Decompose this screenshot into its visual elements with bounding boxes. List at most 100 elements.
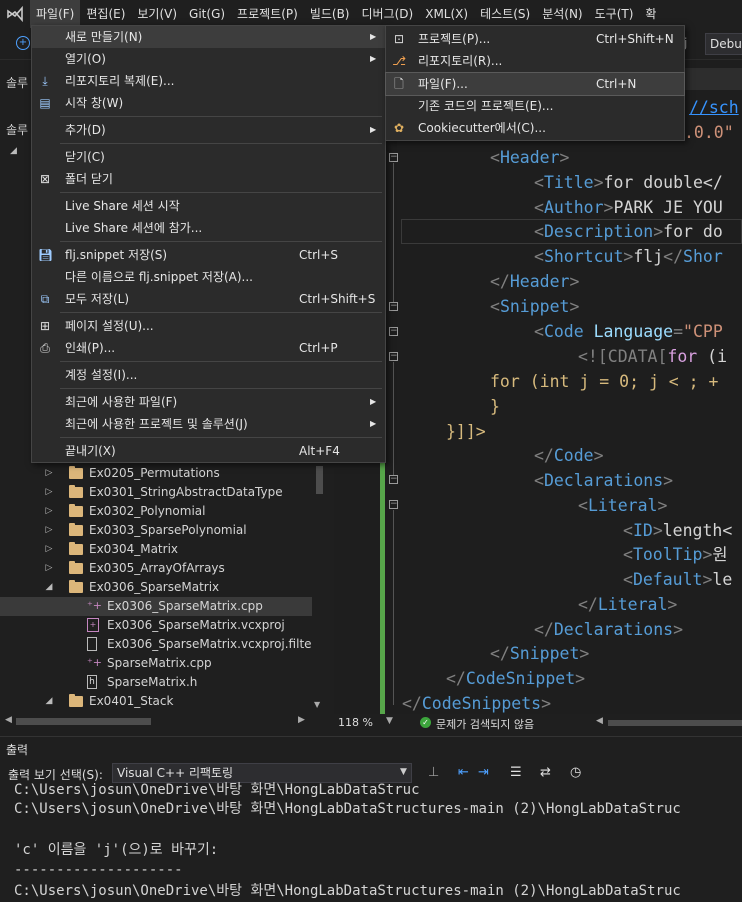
start-window-icon: ▤ bbox=[39, 96, 51, 110]
next-message-icon[interactable]: ⇥ bbox=[478, 765, 489, 780]
menu-item-save-all[interactable]: ⧉ 모두 저장(L) Ctrl+Shift+S bbox=[32, 288, 385, 310]
menu-item-live-share-start[interactable]: Live Share 세션 시작 bbox=[32, 195, 385, 217]
menu-item-cookiecutter[interactable]: ✿ Cookiecutter에서(C)... bbox=[386, 117, 684, 139]
code-line: </Code> bbox=[534, 446, 604, 465]
code-line: </Declarations> bbox=[534, 620, 684, 639]
menu-tools[interactable]: 도구(T) bbox=[589, 0, 640, 28]
tree-item-file[interactable]: ⁺+ SparseMatrix.cpp bbox=[0, 654, 312, 673]
menu-item-save[interactable]: 💾︎ flj.snippet 저장(S) Ctrl+S bbox=[32, 244, 385, 266]
tree-item-folder[interactable]: ▷ Ex0301_StringAbstractDataType bbox=[0, 483, 312, 502]
code-line: .0.0" bbox=[684, 123, 734, 142]
cookiecutter-icon: ✿ bbox=[393, 121, 405, 135]
code-line: <Code Language="CPP bbox=[534, 322, 723, 341]
scroll-down-icon[interactable]: ▼ bbox=[314, 700, 320, 709]
editor-horizontal-scrollbar[interactable] bbox=[608, 720, 742, 726]
tree-item-folder[interactable]: ▷ Ex0304_Matrix bbox=[0, 540, 312, 559]
menu-view[interactable]: 보기(V) bbox=[131, 0, 183, 28]
scrollbar-thumb[interactable] bbox=[316, 466, 323, 494]
menu-item-save-as[interactable]: 다른 이름으로 flj.snippet 저장(A)... bbox=[32, 266, 385, 288]
tree-item-folder[interactable]: ▷ Ex0303_SparsePolynomial bbox=[0, 521, 312, 540]
menu-item-new[interactable]: 새로 만들기(N) ▶ bbox=[32, 26, 385, 48]
collapse-icon[interactable]: − bbox=[389, 475, 398, 484]
collapse-icon[interactable]: − bbox=[389, 352, 398, 361]
menu-test[interactable]: 테스트(S) bbox=[474, 0, 536, 28]
menu-edit[interactable]: 편집(E) bbox=[80, 0, 131, 28]
collapsed-arrow-icon[interactable]: ▷ bbox=[44, 483, 54, 502]
scroll-right-icon[interactable]: ▶ bbox=[298, 715, 305, 725]
tree-item-label: Ex0303_SparsePolynomial bbox=[89, 523, 247, 537]
menu-separator bbox=[60, 192, 382, 193]
menu-item-label: 모두 저장(L) bbox=[65, 292, 130, 306]
expand-arrow-icon[interactable]: ◢ bbox=[10, 146, 17, 156]
code-line: <ToolTip>원 bbox=[623, 545, 728, 564]
configuration-combo[interactable]: Debug bbox=[705, 33, 742, 55]
zoom-level[interactable]: 118 % bbox=[338, 716, 373, 729]
clock-icon[interactable]: ◷ bbox=[570, 765, 581, 780]
code-line: for (int j = 0; j < ; + bbox=[490, 372, 719, 391]
menu-item-exit[interactable]: 끝내기(X) Alt+F4 bbox=[32, 440, 385, 462]
menu-item-project-from-existing-code[interactable]: 기존 코드의 프로젝트(E)... bbox=[386, 95, 684, 117]
menu-item-recent-files[interactable]: 최근에 사용한 파일(F) ▶ bbox=[32, 391, 385, 413]
tree-item-folder[interactable]: ◢ Ex0306_SparseMatrix bbox=[0, 578, 312, 597]
file-menu-dropdown: 새로 만들기(N) ▶ 열기(O) ▶ ⤓ 리포지토리 복제(E)... ▤ 시… bbox=[31, 25, 386, 463]
menu-item-close-folder[interactable]: ⊠ 폴더 닫기 bbox=[32, 168, 385, 190]
menu-item-account-settings[interactable]: 계정 설정(I)... bbox=[32, 364, 385, 386]
collapse-icon[interactable]: − bbox=[389, 327, 398, 336]
tree-item-file[interactable]: + Ex0306_SparseMatrix.vcxproj bbox=[0, 616, 312, 635]
word-wrap-icon[interactable]: ⇄ bbox=[540, 765, 551, 780]
menu-debug[interactable]: 디버그(D) bbox=[356, 0, 420, 28]
tree-item-folder[interactable]: ▷ Ex0302_Polynomial bbox=[0, 502, 312, 521]
menu-item-close[interactable]: 닫기(C) bbox=[32, 146, 385, 168]
collapsed-arrow-icon[interactable]: ▷ bbox=[44, 464, 54, 483]
menu-item-new-repository[interactable]: ⎇ 리포지토리(R)... bbox=[386, 50, 684, 72]
tree-item-file[interactable]: ⁺+ Ex0306_SparseMatrix.cpp bbox=[0, 597, 312, 616]
expanded-arrow-icon[interactable]: ◢ bbox=[44, 692, 54, 711]
solution-explorer-tab[interactable]: 솔루 bbox=[6, 74, 28, 91]
folder-icon bbox=[69, 466, 83, 479]
menu-item-print[interactable]: ⎙ 인쇄(P)... Ctrl+P bbox=[32, 337, 385, 359]
collapse-icon[interactable]: − bbox=[389, 500, 398, 509]
menu-item-clone-repository[interactable]: ⤓ 리포지토리 복제(E)... bbox=[32, 70, 385, 92]
menu-xml[interactable]: XML(X) bbox=[419, 0, 474, 28]
menu-item-new-project[interactable]: ⊡ 프로젝트(P)... Ctrl+Shift+N bbox=[386, 28, 684, 50]
menu-project[interactable]: 프로젝트(P) bbox=[231, 0, 304, 28]
collapsed-arrow-icon[interactable]: ▷ bbox=[44, 502, 54, 521]
menu-item-live-share-join[interactable]: Live Share 세션에 참가... bbox=[32, 217, 385, 239]
scroll-left-icon[interactable]: ◀ bbox=[5, 715, 12, 725]
issues-status[interactable]: 문제가 검색되지 않음 bbox=[436, 716, 534, 732]
menu-item-open[interactable]: 열기(O) ▶ bbox=[32, 48, 385, 70]
menu-item-label: 리포지토리(R)... bbox=[418, 54, 503, 68]
menu-file[interactable]: 파일(F) bbox=[30, 0, 81, 28]
visual-studio-logo-icon[interactable] bbox=[0, 0, 30, 28]
tree-item-file[interactable]: h SparseMatrix.h bbox=[0, 673, 312, 692]
menu-separator bbox=[60, 241, 382, 242]
menu-item-add[interactable]: 추가(D) ▶ bbox=[32, 119, 385, 141]
menu-item-label: Cookiecutter에서(C)... bbox=[418, 121, 546, 135]
menu-item-recent-projects[interactable]: 최근에 사용한 프로젝트 및 솔루션(J) ▶ bbox=[32, 413, 385, 435]
add-icon[interactable]: + bbox=[16, 36, 30, 50]
tree-item-folder[interactable]: ▷ Ex0205_Permutations bbox=[0, 464, 312, 483]
tree-item-file[interactable]: Ex0306_SparseMatrix.vcxproj.filters bbox=[0, 635, 323, 654]
collapse-icon[interactable]: − bbox=[389, 302, 398, 311]
collapsed-arrow-icon[interactable]: ▷ bbox=[44, 559, 54, 578]
collapse-icon[interactable]: − bbox=[389, 153, 398, 162]
tree-item-folder[interactable]: ▷ Ex0305_ArrayOfArrays bbox=[0, 559, 312, 578]
expanded-arrow-icon[interactable]: ◢ bbox=[44, 578, 54, 597]
menu-item-start-window[interactable]: ▤ 시작 창(W) bbox=[32, 92, 385, 114]
scrollbar-thumb[interactable] bbox=[16, 718, 151, 725]
scroll-left-icon[interactable]: ◀ bbox=[596, 716, 603, 726]
menu-item-new-file[interactable]: 🗋︎ 파일(F)... Ctrl+N bbox=[385, 72, 685, 96]
collapsed-arrow-icon[interactable]: ▷ bbox=[44, 540, 54, 559]
previous-message-icon[interactable]: ⇤ bbox=[458, 765, 469, 780]
tree-item-folder[interactable]: ◢ Ex0401_Stack bbox=[0, 692, 312, 711]
collapsed-arrow-icon[interactable]: ▷ bbox=[44, 521, 54, 540]
chevron-down-icon[interactable]: ▼ bbox=[386, 716, 393, 726]
find-message-icon[interactable]: ⊥ bbox=[428, 765, 439, 780]
menu-item-page-setup[interactable]: ⊞ 페이지 설정(U)... bbox=[32, 315, 385, 337]
menu-extensions[interactable]: 확 bbox=[639, 0, 662, 28]
menu-build[interactable]: 빌드(B) bbox=[304, 0, 356, 28]
chevron-down-icon[interactable]: ▼ bbox=[400, 767, 407, 777]
menu-git[interactable]: Git(G) bbox=[183, 0, 231, 28]
menu-analyze[interactable]: 분석(N) bbox=[536, 0, 588, 28]
clear-all-icon[interactable]: ☰ bbox=[510, 765, 522, 780]
